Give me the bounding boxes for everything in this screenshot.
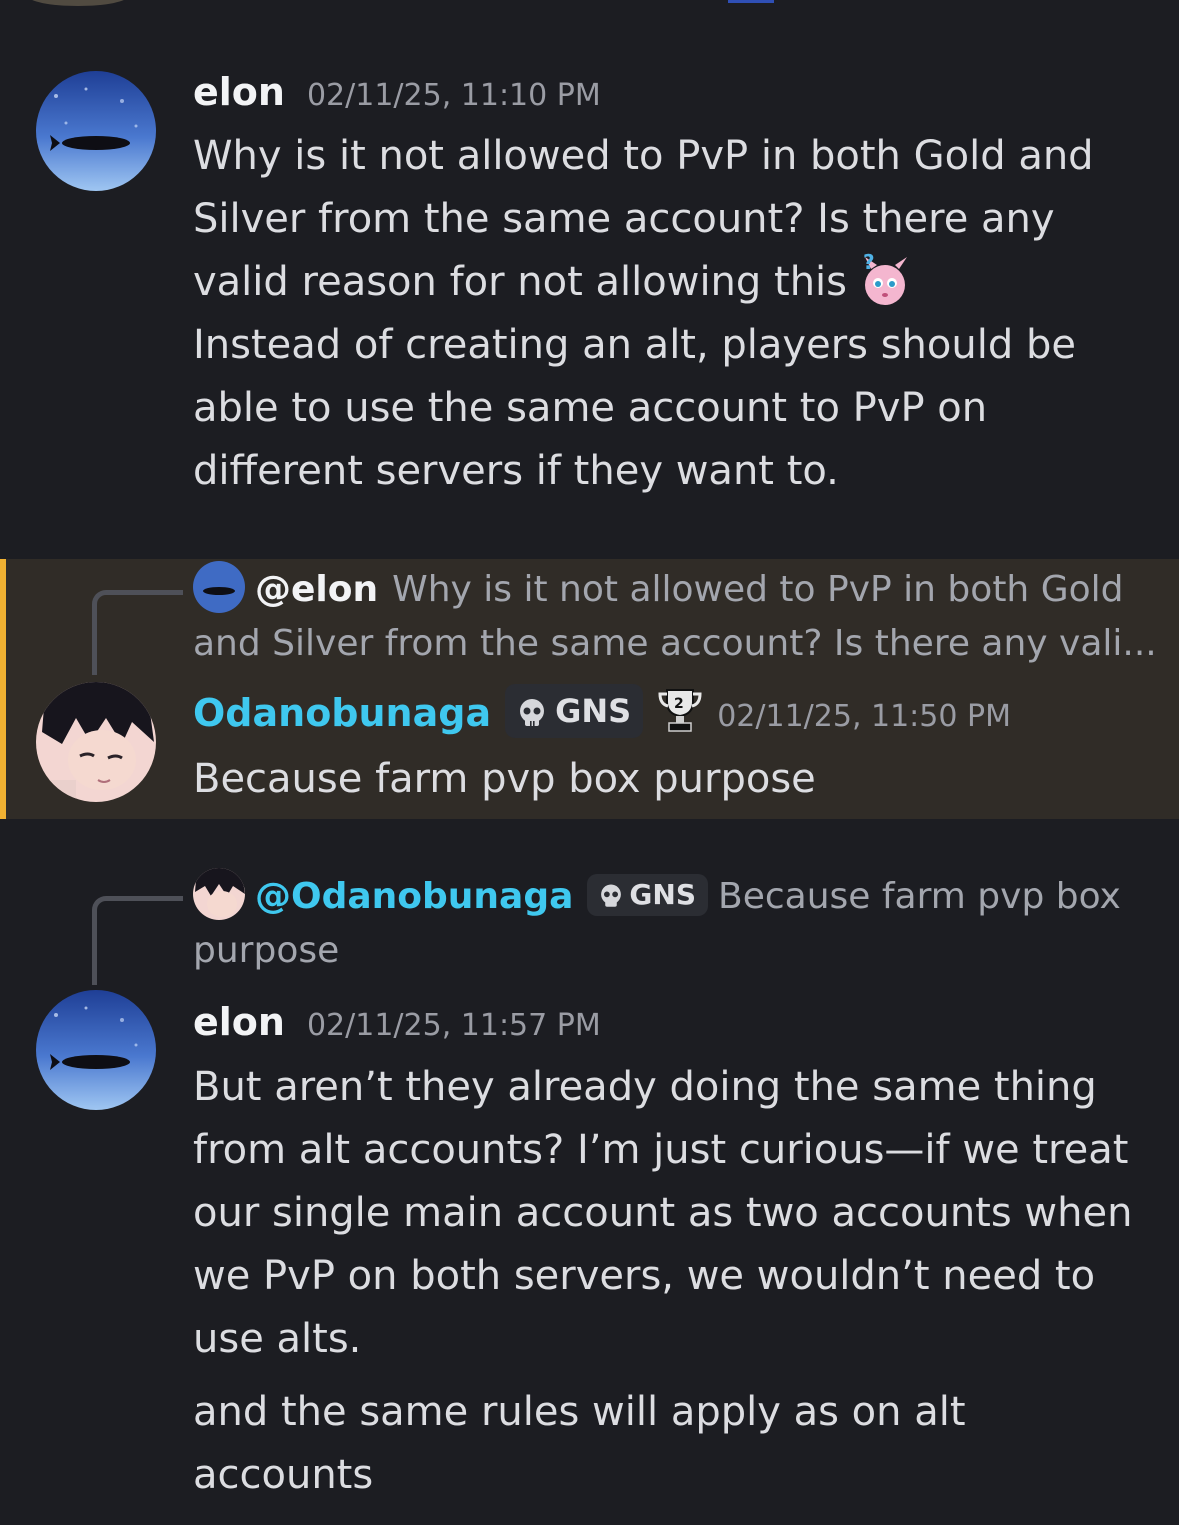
reply-line-1: @Odanobunaga GNS Because farm pvp box <box>193 868 1153 924</box>
message-header: elon 02/11/25, 11:10 PM <box>193 70 601 114</box>
timestamp: 02/11/25, 11:57 PM <box>306 1008 601 1043</box>
message-line: use alts. <box>193 1316 362 1362</box>
tag-label: GNS <box>555 692 632 730</box>
svg-text:?: ? <box>863 251 875 274</box>
message-line: Because farm pvp box purpose <box>193 756 816 802</box>
message-content: Because farm pvp box purpose <box>193 748 1153 811</box>
skull-icon <box>597 882 629 910</box>
username[interactable]: Odanobunaga <box>193 691 491 735</box>
message-line: accounts <box>193 1452 374 1498</box>
message-line: from alt accounts? I’m just curious—if w… <box>193 1127 1129 1173</box>
reply-preview-text: Why is it not allowed to PvP in both Gol… <box>392 569 1124 610</box>
server-tag[interactable]: GNS <box>505 684 644 738</box>
message-line: But aren’t they already doing the same t… <box>193 1064 1097 1110</box>
reply-preview[interactable]: @Odanobunaga GNS Because farm pvp box pur… <box>193 868 1153 978</box>
message-line: able to use the same account to PvP on <box>193 385 988 431</box>
confused-jigglypuff-emoji: ? <box>853 250 913 307</box>
reply-avatar <box>193 561 245 613</box>
avatar[interactable] <box>36 71 156 191</box>
timestamp: 02/11/25, 11:10 PM <box>306 78 601 113</box>
reply-line-1: @elon Why is it not allowed to PvP in bot… <box>193 561 1153 617</box>
reply-avatar <box>193 868 245 920</box>
reply-connector <box>92 896 183 985</box>
followup-message-content[interactable]: and the same rules will apply as on alt … <box>193 1381 1153 1507</box>
svg-text:2: 2 <box>674 696 684 712</box>
avatar-anime-image <box>36 682 156 802</box>
reply-connector <box>92 590 183 675</box>
timestamp: 02/11/25, 11:50 PM <box>717 699 1011 734</box>
previous-media-fragment <box>728 0 774 3</box>
server-tag[interactable]: GNS <box>587 874 709 916</box>
message-header: Odanobunaga GNS 2 02/11/25, 11:50 PM <box>193 684 1011 738</box>
reply-preview[interactable]: @elon Why is it not allowed to PvP in bot… <box>193 561 1157 671</box>
message-line: we PvP on both servers, we wouldn’t need… <box>193 1253 1096 1299</box>
previous-message-edge <box>0 0 1179 14</box>
username[interactable]: elon <box>193 1000 285 1044</box>
message-line: Silver from the same account? Is there a… <box>193 196 1055 242</box>
reply-mention[interactable]: @elon <box>255 569 378 610</box>
reply-line-2: purpose <box>193 930 340 971</box>
message-line: and the same rules will apply as on alt <box>193 1389 966 1435</box>
trophy-icon: 2 <box>655 684 705 734</box>
message-content: But aren’t they already doing the same t… <box>193 1056 1153 1371</box>
message-line: Why is it not allowed to PvP in both Gol… <box>193 133 1094 179</box>
username[interactable]: elon <box>193 70 285 114</box>
tag-label: GNS <box>629 878 697 911</box>
skull-icon <box>515 696 555 730</box>
reply-preview-text: Because farm pvp box <box>718 876 1121 917</box>
avatar[interactable] <box>36 682 156 802</box>
mention-highlight-bar <box>0 559 6 819</box>
message-line: valid reason for not allowing this ? <box>193 250 1153 314</box>
avatar-whale-image <box>36 990 156 1110</box>
avatar[interactable] <box>36 990 156 1110</box>
previous-avatar-fragment <box>28 0 128 6</box>
reply-line-2: and Silver from the same account? Is the… <box>193 623 1157 664</box>
message-line: our single main account as two accounts … <box>193 1190 1133 1236</box>
message-line: different servers if they want to. <box>193 448 839 494</box>
avatar-whale-image <box>36 71 156 191</box>
message-line-text: valid reason for not allowing this <box>193 259 848 305</box>
message-line: Instead of creating an alt, players shou… <box>193 322 1076 368</box>
reply-mention[interactable]: @Odanobunaga <box>255 876 573 917</box>
message-content: Why is it not allowed to PvP in both Gol… <box>193 125 1153 503</box>
message-header: elon 02/11/25, 11:57 PM <box>193 1000 601 1044</box>
